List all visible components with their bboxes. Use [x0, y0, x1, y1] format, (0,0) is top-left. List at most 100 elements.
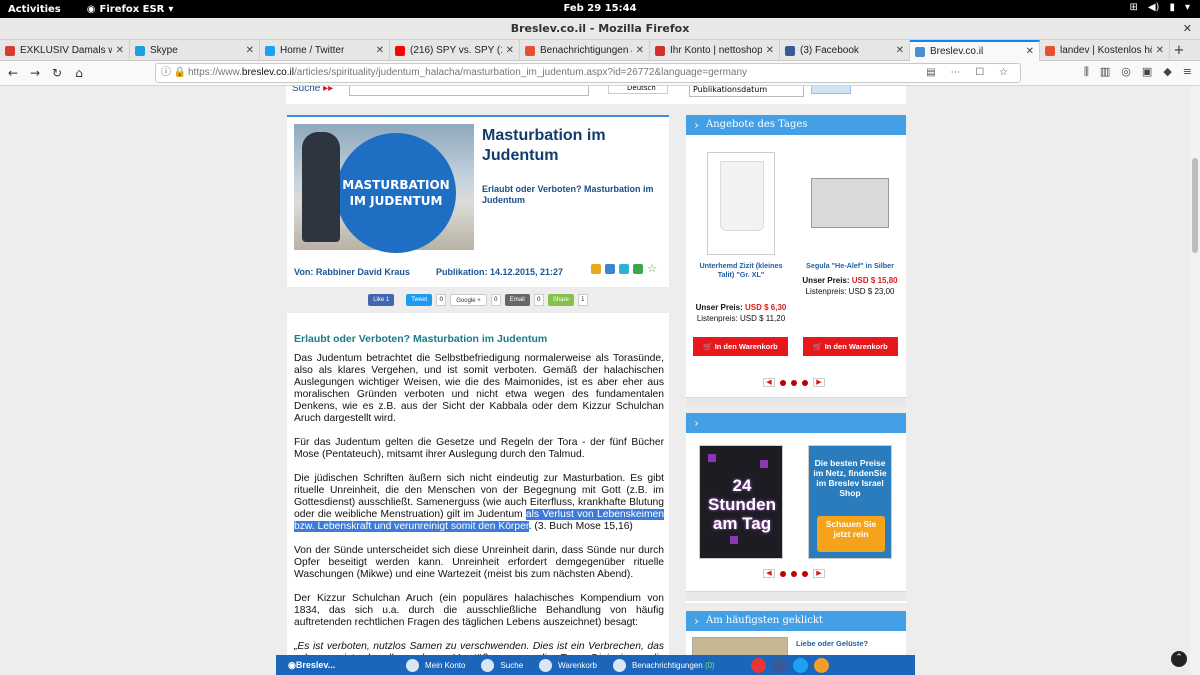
product-card[interactable]: Unterhemd Zizit (kleines Talit) "Gr. XL"…	[691, 152, 791, 323]
banner-24h[interactable]: 24 Stunden am Tag	[699, 445, 783, 559]
addon-icon[interactable]: ◆	[1163, 65, 1171, 79]
cart-icon: 🛒	[703, 342, 715, 351]
add-to-cart-button[interactable]: 🛒 In den Warenkorb	[803, 337, 898, 356]
new-tab-icon[interactable]: +	[1170, 40, 1188, 60]
carousel-dot[interactable]	[780, 570, 786, 577]
carousel-dot[interactable]	[791, 570, 797, 577]
forward-icon[interactable]: →	[24, 66, 46, 80]
carousel-dot[interactable]	[780, 379, 786, 386]
youtube-icon[interactable]	[750, 657, 766, 673]
browser-tab[interactable]: (216) SPY vs. SPY (198 ✕	[390, 40, 520, 61]
browser-tab[interactable]: Ihr Konto | nettoshop.c ✕	[650, 40, 780, 61]
extension-icon[interactable]: ▣	[1142, 65, 1152, 79]
hero-text-line2: IM JUDENTUM	[349, 194, 443, 208]
notifications-link[interactable]: Benachrichtigungen (0)	[612, 658, 715, 672]
browser-tab[interactable]: EXKLUSIV Damals wa ✕	[0, 40, 130, 61]
product-image[interactable]	[811, 178, 889, 228]
next-arrow-icon[interactable]: ▶	[813, 569, 825, 578]
tweet-button[interactable]: Tweet	[406, 294, 433, 306]
sidebar-icon[interactable]: ▥	[1100, 65, 1110, 79]
search-input[interactable]	[349, 86, 589, 96]
back-icon[interactable]: ←	[2, 66, 24, 80]
close-tab-icon[interactable]: ✕	[1026, 46, 1034, 57]
close-tab-icon[interactable]: ✕	[1156, 45, 1164, 56]
prev-arrow-icon[interactable]: ◀	[763, 569, 775, 578]
product-name[interactable]: Unterhemd Zizit (kleines Talit) "Gr. XL"	[691, 261, 791, 289]
search-button[interactable]	[811, 86, 851, 94]
twitter-icon[interactable]	[792, 657, 808, 673]
menu-icon[interactable]: ≡	[1183, 65, 1192, 79]
carousel-dot[interactable]	[802, 570, 808, 577]
browser-tab[interactable]: Home / Twitter ✕	[260, 40, 390, 61]
mail-icon[interactable]	[633, 264, 643, 274]
close-tab-icon[interactable]: ✕	[636, 45, 644, 56]
search-label: Suche ▸▸	[292, 86, 333, 94]
scrollbar-thumb[interactable]	[1192, 158, 1198, 253]
facebook-icon[interactable]	[771, 657, 787, 673]
library-icon[interactable]: ⫼	[1084, 65, 1089, 79]
banner-shop[interactable]: Die besten Preise im Netz, findenSie im …	[808, 445, 892, 559]
print-icon[interactable]	[591, 264, 601, 274]
page-scrollbar[interactable]	[1190, 86, 1200, 675]
language-select[interactable]: Deutsch	[608, 86, 668, 94]
reader-mode-icon[interactable]: ▤ ⋯ ☐ ☆	[926, 64, 1014, 82]
lock-icon: ⓘ 🔒	[161, 67, 187, 78]
search-link-label: Suche	[500, 660, 524, 670]
product-image[interactable]	[707, 152, 775, 255]
cart-link[interactable]: Warenkorb	[539, 658, 597, 672]
add-to-cart-button[interactable]: 🛒 In den Warenkorb	[693, 337, 788, 356]
share-bar: Like 1 Tweet 0 Google + 0 Email 0 Share …	[287, 287, 669, 313]
carousel-dot[interactable]	[791, 379, 797, 386]
product-card[interactable]: Segula "He-Alef" in Silber Unser Preis: …	[800, 152, 900, 296]
clock[interactable]: Feb 29 15:44	[0, 3, 1200, 14]
sidebar: Angebote des Tages Unterhemd Zizit (klei…	[686, 115, 906, 675]
facebook-icon[interactable]	[605, 264, 615, 274]
carousel-dot[interactable]	[802, 379, 808, 386]
google-plus-button[interactable]: Google +	[450, 294, 487, 306]
our-price: USD $ 15,80	[851, 276, 898, 285]
arrow-icon: ▸▸	[323, 86, 334, 94]
shop-now-button[interactable]: Schauen Sie jetzt rein	[817, 516, 885, 552]
close-tab-icon[interactable]: ✕	[896, 45, 904, 56]
like-button[interactable]: Like 1	[368, 294, 395, 306]
close-tab-icon[interactable]: ✕	[506, 45, 514, 56]
close-tab-icon[interactable]: ✕	[376, 45, 384, 56]
tab-favicon	[915, 46, 925, 57]
close-tab-icon[interactable]: ✕	[246, 45, 254, 56]
author[interactable]: Von: Rabbiner David Kraus	[294, 267, 410, 277]
browser-tab[interactable]: landev | Kostenlos hörs ✕	[1040, 40, 1170, 61]
most-clicked-link[interactable]: Liebe oder Gelüste?	[796, 639, 868, 648]
reload-icon[interactable]: ↻	[46, 66, 68, 80]
banner-text: 24 Stunden am Tag	[708, 476, 776, 533]
browser-tab[interactable]: Benachrichtigungen au ✕	[520, 40, 650, 61]
share-icon[interactable]	[619, 264, 629, 274]
browser-tab[interactable]: Skype ✕	[130, 40, 260, 61]
publish-date: Publikation: 14.12.2015, 21:27	[436, 267, 564, 277]
close-window-icon[interactable]: ✕	[1183, 18, 1192, 40]
home-icon[interactable]: ⌂	[68, 66, 90, 80]
share-button[interactable]: Share	[547, 294, 574, 306]
rss-icon[interactable]	[813, 657, 829, 673]
next-arrow-icon[interactable]: ▶	[813, 378, 825, 387]
system-tray[interactable]: ⊞ ◀) ▮ ▾	[1129, 2, 1190, 13]
url-bar[interactable]: ⓘ 🔒 https://www.breslev.co.il/articles/s…	[155, 63, 1021, 83]
search-link[interactable]: Suche	[481, 658, 524, 672]
browser-tab[interactable]: Breslev.co.il ✕	[910, 40, 1040, 61]
email-button[interactable]: Email	[504, 294, 530, 306]
tab-title: Home / Twitter	[280, 45, 345, 56]
banner-panel: 24 Stunden am Tag Die besten Preise im N…	[686, 413, 906, 603]
sort-select[interactable]: Publikationsdatum	[689, 86, 804, 97]
my-account-link[interactable]: Mein Konto	[406, 658, 465, 672]
tab-favicon	[395, 45, 405, 56]
paragraph: Die jüdischen Schriften äußern sich nich…	[294, 473, 664, 533]
account-icon[interactable]: ◎	[1121, 65, 1131, 79]
tab-title: (3) Facebook	[800, 45, 859, 56]
close-tab-icon[interactable]: ✕	[766, 45, 774, 56]
browser-tab[interactable]: (3) Facebook ✕	[780, 40, 910, 61]
site-logo[interactable]: ◉Breslev...	[276, 660, 406, 671]
scroll-to-top-icon[interactable]: ⌃	[1171, 651, 1187, 667]
star-icon[interactable]: ☆	[647, 263, 657, 274]
close-tab-icon[interactable]: ✕	[116, 45, 124, 56]
prev-arrow-icon[interactable]: ◀	[763, 378, 775, 387]
decor-square	[708, 454, 716, 462]
